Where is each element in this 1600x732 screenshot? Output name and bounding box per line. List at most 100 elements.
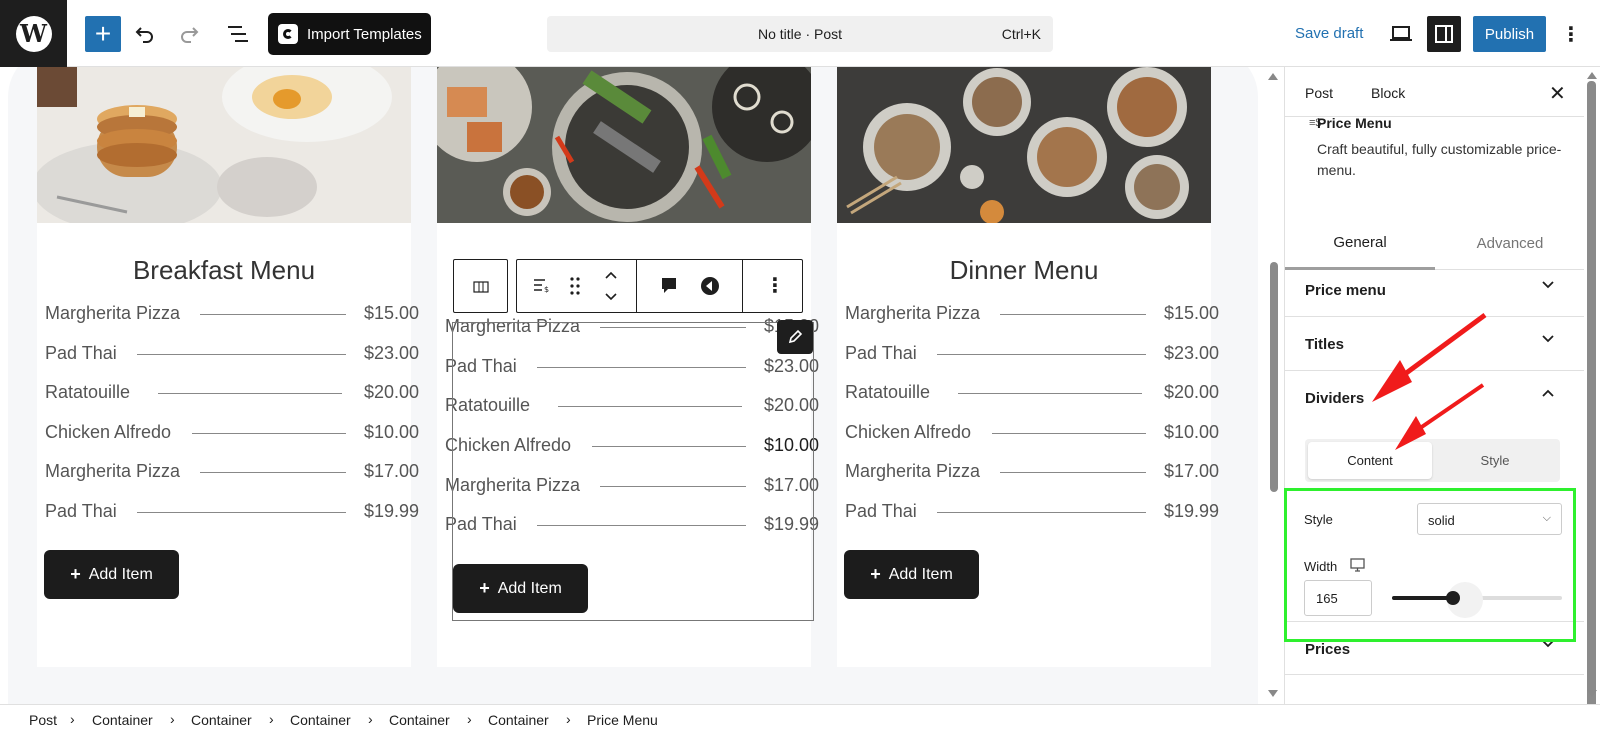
item-divider — [192, 433, 346, 434]
menu-item-row: Chicken Alfredo $10.00 — [45, 422, 419, 446]
plus-icon: + — [70, 564, 81, 584]
menu-item-row: Pad Thai $23.00 — [845, 343, 1219, 367]
breadcrumb-item[interactable]: Container — [191, 712, 252, 728]
breadcrumb-item[interactable]: Container — [92, 712, 153, 728]
more-vertical-icon[interactable]: ⋮ — [765, 273, 785, 298]
pencil-icon[interactable] — [777, 320, 813, 354]
chevron-right-icon: › — [70, 711, 75, 727]
command-shortcut: Ctrl+K — [1001, 26, 1041, 42]
menu-item-row: Chicken Alfredo $10.00 — [845, 422, 1219, 446]
item-price: $15.00 — [1163, 303, 1219, 323]
breadcrumb: Post › Container › Container › Container… — [0, 704, 1600, 732]
menu-item-row: Margherita Pizza $15.00 — [845, 303, 1219, 327]
item-name: Pad Thai — [845, 501, 917, 522]
sidebar-tabs: Post Block ✕ — [1285, 67, 1584, 117]
item-divider — [200, 472, 346, 473]
highlight-box — [1284, 488, 1576, 642]
chevron-right-icon: › — [170, 711, 175, 727]
undo-icon[interactable] — [129, 18, 161, 50]
item-divider — [137, 512, 346, 513]
item-name: Ratatouille — [45, 382, 131, 403]
scrollbar-thumb[interactable] — [1587, 81, 1596, 709]
breadcrumb-item[interactable]: Container — [488, 712, 549, 728]
menu-item-row: Margherita Pizza $17.00 — [845, 461, 1219, 485]
chevron-right-icon: › — [467, 711, 472, 727]
canvas-scrollbar[interactable] — [1265, 67, 1283, 704]
price-menu-block-icon[interactable]: $ — [533, 277, 551, 298]
scroll-down-icon[interactable] — [1268, 690, 1278, 697]
tab-post[interactable]: Post — [1305, 85, 1333, 101]
toolbar-divider — [742, 260, 743, 312]
panel-label: Prices — [1305, 641, 1351, 658]
scroll-up-icon[interactable] — [1268, 73, 1278, 80]
selected-block-outline — [452, 322, 814, 621]
import-templates-button[interactable]: Import Templates — [268, 13, 431, 55]
breadcrumb-item[interactable]: Container — [290, 712, 351, 728]
annotation-arrows — [1372, 312, 1487, 450]
item-name: Chicken Alfredo — [45, 422, 172, 443]
comment-icon[interactable] — [660, 276, 678, 301]
add-block-button[interactable]: + — [85, 16, 121, 52]
redo-icon[interactable] — [173, 18, 205, 50]
item-price: $23.00 — [363, 343, 419, 363]
item-price: $20.00 — [363, 382, 419, 402]
item-price: $17.00 — [1163, 461, 1219, 481]
block-name: Price Menu — [1317, 115, 1392, 131]
desktop-view-icon[interactable] — [1385, 18, 1417, 50]
item-price: $23.00 — [1163, 343, 1219, 363]
item-name: Margherita Pizza — [845, 303, 981, 324]
document-title: No title · Post — [757, 26, 843, 42]
add-item-button[interactable]: + Add Item — [44, 550, 179, 599]
menu-title: Breakfast Menu — [132, 255, 316, 285]
chevron-up-icon — [1542, 389, 1554, 397]
menu-item-row: Ratatouille $20.00 — [45, 382, 419, 406]
add-item-label: Add Item — [88, 565, 153, 583]
move-up-down-icon[interactable] — [603, 268, 619, 309]
save-draft-button[interactable]: Save draft — [1295, 25, 1363, 42]
menu-item-row: Pad Thai $23.00 — [45, 343, 419, 367]
arrow-left-circle-icon[interactable] — [700, 276, 720, 301]
drag-handle-icon[interactable] — [569, 275, 581, 302]
breadcrumb-item[interactable]: Post — [29, 712, 57, 728]
wordpress-logo-icon[interactable]: W — [0, 0, 67, 67]
scroll-up-icon[interactable] — [1587, 72, 1597, 79]
add-item-button[interactable]: + Add Item — [844, 550, 979, 599]
sidebar-toggle-icon[interactable] — [1427, 16, 1461, 52]
price-menu-card-breakfast[interactable]: Breakfast Menu Margherita Pizza $15.00 P… — [37, 67, 419, 667]
item-divider — [992, 433, 1146, 434]
scrollbar-thumb[interactable] — [1270, 262, 1278, 492]
chevron-right-icon: › — [269, 711, 274, 727]
breakfast-image — [37, 67, 411, 223]
item-price: $19.99 — [1163, 501, 1219, 521]
command-palette-bar[interactable]: No title · Post Ctrl+K — [547, 16, 1053, 52]
item-name: Pad Thai — [45, 501, 117, 522]
chevron-right-icon: › — [368, 711, 373, 727]
tab-block[interactable]: Block — [1371, 85, 1405, 101]
item-divider — [137, 354, 346, 355]
breadcrumb-item[interactable]: Container — [389, 712, 450, 728]
panel-label: Titles — [1305, 336, 1344, 353]
item-price: $10.00 — [363, 422, 419, 442]
item-divider — [1000, 472, 1146, 473]
panel-price-menu[interactable]: Price menu — [1285, 263, 1584, 317]
item-price: $20.00 — [1163, 382, 1219, 402]
item-name: Margherita Pizza — [845, 461, 981, 482]
item-name: Margherita Pizza — [45, 461, 181, 482]
sidebar-scrollbar[interactable] — [1584, 67, 1600, 709]
close-icon[interactable]: ✕ — [1549, 81, 1566, 106]
list-view-icon[interactable] — [222, 18, 254, 50]
publish-button[interactable]: Publish — [1473, 16, 1546, 52]
price-menu-card-dinner[interactable]: Dinner Menu Margherita Pizza $15.00 Pad … — [837, 67, 1219, 667]
import-templates-label: Import Templates — [307, 25, 422, 43]
block-toolbar: $ ⋮ — [453, 259, 803, 313]
block-card: ≡$ Price Menu Craft beautiful, fully cus… — [1285, 115, 1584, 217]
breadcrumb-item[interactable]: Price Menu — [587, 712, 658, 728]
item-divider — [937, 512, 1146, 513]
more-vertical-icon[interactable]: ⋮ — [1559, 18, 1583, 50]
item-name: Ratatouille — [845, 382, 931, 403]
block-parent-button[interactable] — [453, 259, 508, 313]
menu-item-row: Ratatouille $20.00 — [845, 382, 1219, 406]
scroll-down-icon[interactable] — [1587, 690, 1597, 697]
item-price: $19.99 — [363, 501, 419, 521]
menu-item-row: Pad Thai $19.99 — [845, 501, 1219, 525]
